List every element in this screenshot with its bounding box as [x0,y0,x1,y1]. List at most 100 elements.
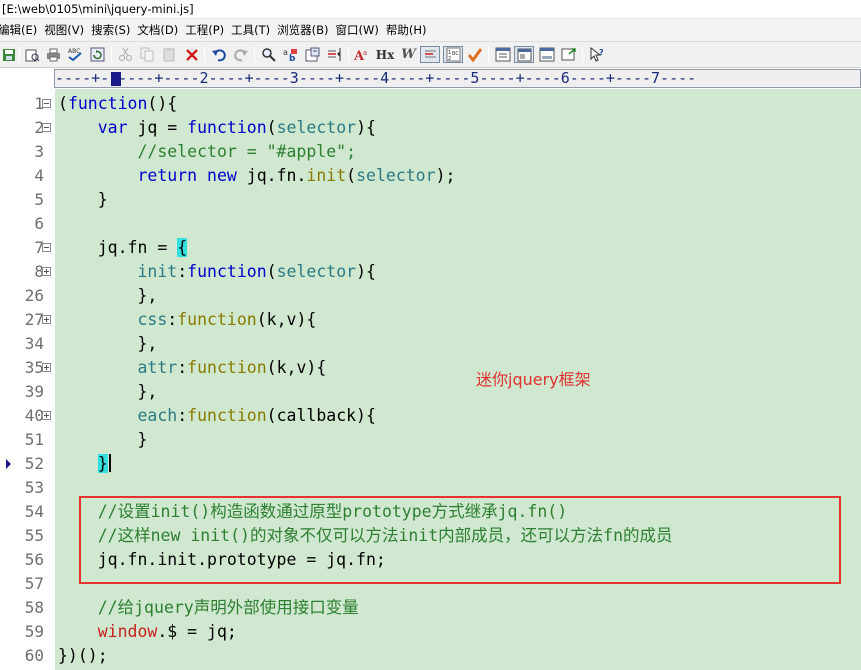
line-number: 35 [24,358,44,377]
code-token: ( [346,166,357,185]
code-token: : [177,358,188,377]
fold-expand-icon[interactable] [42,411,51,420]
line-numbers-icon[interactable]: 1 2 BC [443,46,463,63]
fold-collapse-icon[interactable] [42,123,51,132]
find-in-files-icon[interactable] [304,46,321,63]
line-number: 40 [24,406,44,425]
code-line: 40 each:function(callback){ [0,404,861,428]
line-number: 2 [34,118,44,137]
code-token: css [137,310,168,329]
code-token: ( [266,262,277,281]
code-token: ){ [356,118,376,137]
menu-window[interactable]: 窗口(W) [336,22,386,38]
line-number: 26 [24,286,44,305]
toolbar-separator [111,47,112,63]
line-number: 7 [34,238,44,257]
code-token: jq.fn. [236,166,307,185]
output-window-icon[interactable] [538,46,555,63]
menu-project[interactable]: 工程(P) [185,22,231,38]
menu-document[interactable]: 文档(D) [137,22,185,38]
title-bar: [E:\web\0105\mini\jquery-mini.js] [0,0,861,19]
undo-icon[interactable] [210,46,227,63]
code-token: .$ = jq; [157,622,237,641]
line-number: 27 [24,310,44,329]
code-line: 4 return new jq.fn.init(selector); [0,164,861,188]
hex-view-icon[interactable]: Hx [375,46,395,63]
menu-browser[interactable]: 浏览器(B) [277,22,335,38]
fold-expand-icon[interactable] [42,363,51,372]
code-token: init [306,166,347,185]
toolbar-separator [348,47,349,63]
line-number: 60 [24,646,44,665]
menu-edit[interactable]: 编辑(E) [0,22,44,38]
code-token: function [187,406,267,425]
line-number: 57 [24,574,44,593]
line-number: 6 [34,214,44,233]
copy-icon[interactable] [139,46,156,63]
paste-icon[interactable] [161,46,178,63]
help-pointer-icon[interactable]: ? [588,46,605,63]
line-number: 39 [24,382,44,401]
word-wrap-icon[interactable]: W [400,46,417,63]
code-token: (callback){ [266,406,376,425]
menu-search[interactable]: 搜索(S) [91,22,137,38]
code-token: jq.fn = [58,238,178,257]
font-size-icon[interactable]: Aa [354,46,371,63]
line-number: 54 [24,502,44,521]
code-token: function [187,358,267,377]
line-number: 5 [34,190,44,209]
line-number: 53 [24,478,44,497]
redo-icon[interactable] [232,46,249,63]
code-line: 60 })(); [0,644,861,668]
code-token: function [187,118,267,137]
menu-tools[interactable]: 工具(T) [231,22,277,38]
code-token: return [137,166,198,185]
code-line: 27 css:function(k,v){ [0,308,861,332]
code-token: window [97,622,158,641]
print-icon[interactable] [45,46,62,63]
fold-expand-icon[interactable] [42,267,51,276]
print-preview-icon[interactable] [24,46,41,63]
fold-collapse-icon[interactable] [42,243,51,252]
menu-help[interactable]: 帮助(H) [386,22,434,38]
code-token: ); [435,166,456,185]
code-text: } [58,190,108,209]
code-token: selector [276,262,357,281]
code-token: attr [137,358,178,377]
column-mode-icon[interactable] [494,46,511,63]
delete-icon[interactable] [183,46,200,63]
toolbar: ABC ab Aa Hx W 12 BC ? [0,42,861,68]
spell-check-mark-icon[interactable] [466,46,483,63]
toolbar-separator [488,47,489,63]
fold-collapse-icon[interactable] [42,99,51,108]
cut-icon[interactable] [117,46,134,63]
code-editor[interactable]: 1 (function(){ 2 var jq = function(selec… [0,89,861,670]
browser-preview-icon[interactable] [560,46,577,63]
code-comment: //给jquery声明外部使用接口变量 [58,598,359,617]
word-wrap-label: W [401,47,416,62]
code-text: }, [58,382,158,401]
menu-view[interactable]: 视图(V) [44,22,91,38]
spell-check-icon[interactable]: ABC [66,46,83,63]
annotation-label: 迷你jquery框架 [476,370,591,389]
goto-line-icon[interactable] [326,46,343,63]
line-number: 58 [24,598,44,617]
code-line: 7 jq.fn = { [0,236,861,260]
full-screen-icon[interactable] [514,46,534,63]
code-token: (k,v){ [256,310,317,329]
code-line: 35 attr:function(k,v){ [0,356,861,380]
code-comment: //selector = "#apple"; [58,142,357,161]
save-icon[interactable] [0,46,17,63]
find-icon[interactable] [260,46,277,63]
svg-text:b: b [289,54,296,62]
refresh-icon[interactable] [89,46,106,63]
replace-icon[interactable]: ab [282,46,299,63]
fold-expand-icon[interactable] [42,315,51,324]
code-text: })(); [58,646,108,665]
show-spaces-icon[interactable] [420,46,440,63]
